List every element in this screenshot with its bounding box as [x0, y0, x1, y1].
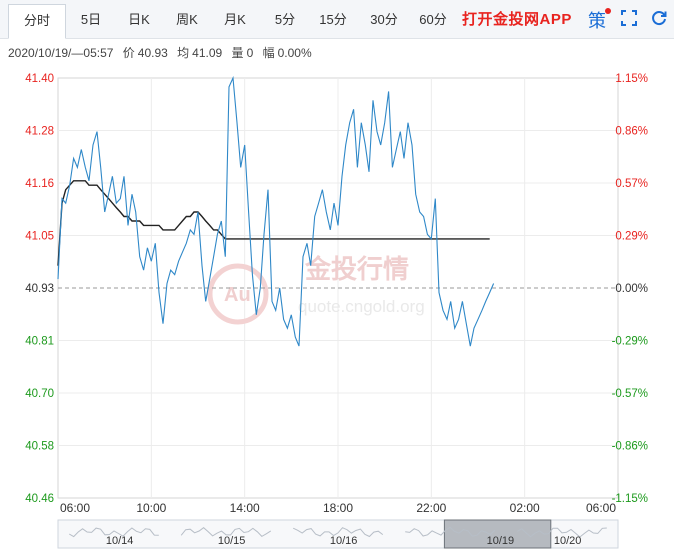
- tab-5min[interactable]: 5分: [268, 6, 302, 34]
- time-tick-label: 18:00: [323, 501, 353, 515]
- time-tick-label: 22:00: [416, 501, 446, 515]
- tab-intraday[interactable]: 分时: [8, 4, 66, 39]
- tab-5day[interactable]: 5日: [74, 6, 108, 34]
- tab-30min[interactable]: 30分: [364, 6, 404, 34]
- date-navigator[interactable]: 10/14 10/15 10/16 10/19 10/20: [57, 519, 619, 549]
- navigator-date-label: 10/19: [487, 535, 515, 547]
- quote-info-line: 2020/10/19/—05:57 价 40.93 均 41.09 量0 幅 0.00…: [8, 44, 318, 61]
- navigator-date-label: 10/16: [330, 535, 358, 547]
- time-tick-label: 10:00: [136, 501, 166, 515]
- info-avg: 41.09: [192, 46, 223, 60]
- info-datetime: 2020/10/19/—05:57: [8, 46, 114, 60]
- info-volume: 0: [246, 46, 254, 60]
- fullscreen-icon[interactable]: [621, 10, 637, 26]
- tab-15min[interactable]: 15分: [313, 6, 353, 34]
- percent-tick-label: -0.86%: [612, 441, 648, 453]
- info-price-label: 价: [122, 46, 135, 60]
- time-tick-label: 06:00: [60, 501, 90, 515]
- percent-tick-label: -0.29%: [612, 336, 648, 348]
- price-tick-label: 41.40: [25, 73, 54, 85]
- info-price: 40.93: [137, 46, 168, 60]
- tab-daily-k[interactable]: 日K: [122, 6, 156, 34]
- intraday-chart[interactable]: Au 金投行情 quote.cngold.org 41.40 41.28 41.16…: [0, 62, 674, 553]
- tab-60min[interactable]: 60分: [413, 6, 453, 34]
- time-axis: 06:00 10:00 14:00 18:00 22:00 02:00 06:00: [60, 501, 616, 515]
- percent-tick-label: 0.86%: [615, 126, 648, 138]
- info-volume-label: 量: [231, 46, 244, 60]
- price-tick-label: 40.46: [25, 493, 54, 505]
- percent-tick-label: 1.15%: [615, 73, 648, 85]
- refresh-icon[interactable]: [650, 9, 668, 27]
- time-tick-label: 06:00: [586, 501, 616, 515]
- price-tick-label: 41.05: [25, 231, 54, 243]
- price-axis: 41.40 41.28 41.16 41.05 40.93 40.81 40.70 40.58…: [25, 73, 54, 505]
- info-change: 0.00%: [277, 46, 312, 60]
- price-tick-label: 40.70: [25, 388, 54, 400]
- period-tab-bar: 分时 5日 日K 周K 月K 5分 15分 30分 60分 打开金投网APP 策: [0, 0, 674, 39]
- percent-tick-label: 0.29%: [615, 231, 648, 243]
- navigator-date-label: 10/20: [554, 535, 582, 547]
- strategy-label: 策: [588, 11, 606, 31]
- percent-tick-label: 0.00%: [615, 283, 648, 295]
- open-app-link[interactable]: 打开金投网APP: [462, 8, 572, 29]
- navigator-date-label: 10/14: [106, 535, 134, 547]
- info-change-label: 幅: [262, 46, 275, 60]
- price-tick-label: 41.16: [25, 178, 54, 190]
- price-line: [57, 75, 495, 347]
- navigator-date-label: 10/15: [218, 535, 246, 547]
- tab-monthly-k[interactable]: 月K: [218, 6, 252, 34]
- price-tick-label: 40.93: [25, 283, 54, 295]
- price-tick-label: 41.28: [25, 126, 54, 138]
- notification-dot: [605, 8, 611, 14]
- watermark-logo-text: Au: [224, 284, 251, 306]
- price-tick-label: 40.58: [25, 441, 54, 453]
- time-tick-label: 02:00: [510, 501, 540, 515]
- strategy-button[interactable]: 策: [588, 7, 611, 33]
- info-avg-label: 均: [177, 46, 190, 60]
- price-tick-label: 40.81: [25, 336, 54, 348]
- time-tick-label: 14:00: [230, 501, 260, 515]
- percent-axis: 1.15% 0.86% 0.57% 0.29% 0.00% -0.29% -0.57% -0.…: [612, 73, 648, 505]
- watermark-cn: 金投行情: [304, 254, 409, 284]
- watermark-en: quote.cngold.org: [298, 297, 425, 316]
- tab-weekly-k[interactable]: 周K: [170, 6, 204, 34]
- percent-tick-label: 0.57%: [615, 178, 648, 190]
- percent-tick-label: -1.15%: [612, 493, 648, 505]
- percent-tick-label: -0.57%: [612, 388, 648, 400]
